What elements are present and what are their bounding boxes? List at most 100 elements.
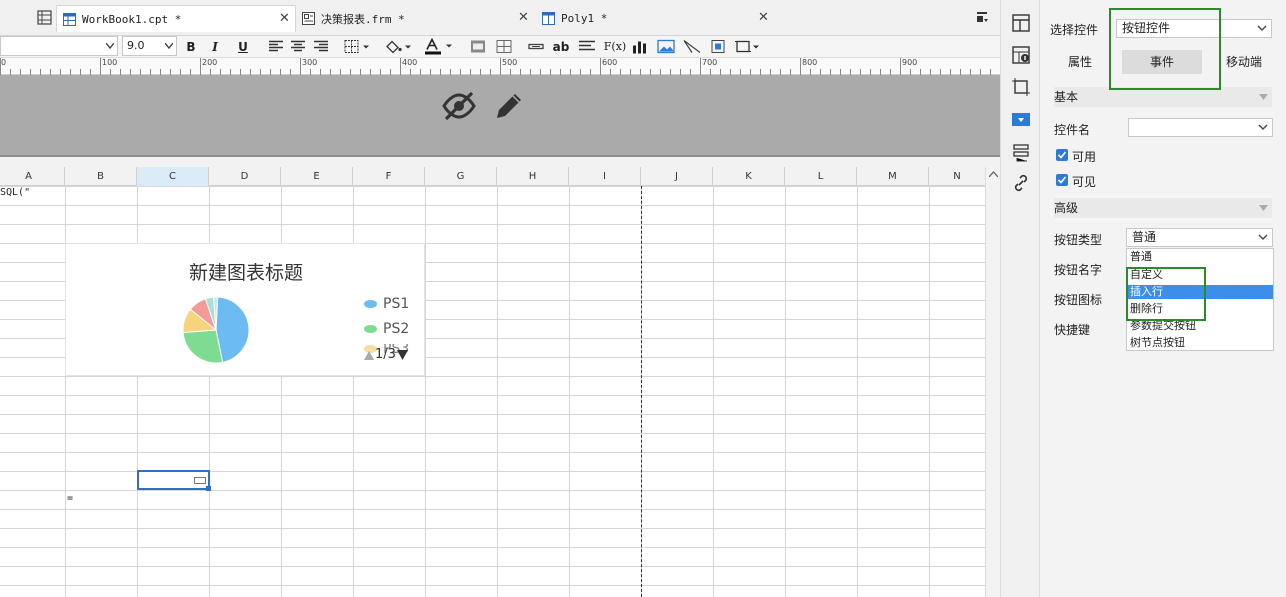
text-button[interactable]: ab (552, 38, 570, 55)
close-tab-icon[interactable]: ✕ (758, 10, 769, 25)
pie-chart[interactable]: 新建图表标题 PS1 PS2 PS3 1/3 (65, 243, 425, 376)
poly-report-icon (542, 12, 555, 25)
button-icon-label: 按钮图标 (1054, 293, 1103, 307)
document-tab-bar: WorkBook1.cpt * ✕ 决策报表.frm * ✕ Poly1 * ✕ (0, 0, 1000, 36)
merge-cells-icon[interactable] (470, 38, 486, 55)
fill-color-icon[interactable] (384, 38, 412, 55)
column-header-a[interactable]: A (0, 167, 65, 186)
pie-slice-ps2[interactable] (182, 329, 224, 364)
visible-checkbox[interactable] (1056, 174, 1068, 186)
cell-a1[interactable]: SQL(" (0, 187, 30, 198)
column-header-e[interactable]: E (281, 167, 353, 186)
legend-next-icon[interactable] (396, 349, 408, 360)
cell-b17[interactable]: = (67, 493, 73, 504)
column-header-h[interactable]: H (497, 167, 569, 186)
scroll-up-icon[interactable] (989, 171, 998, 177)
align-right-icon[interactable] (313, 38, 329, 55)
chevron-down-icon (1258, 124, 1268, 130)
sub-report-icon[interactable] (710, 38, 726, 55)
tab-workbook[interactable]: WorkBook1.cpt * ✕ (56, 5, 296, 32)
column-header-c[interactable]: C (137, 167, 209, 186)
tab-mobile[interactable]: 移动端 (1216, 50, 1272, 74)
fill-handle[interactable] (206, 486, 211, 491)
column-header-d[interactable]: D (209, 167, 281, 186)
basic-section-header[interactable]: 基本 (1054, 87, 1272, 107)
font-color-icon[interactable] (423, 38, 453, 55)
control-name-input[interactable] (1128, 118, 1273, 137)
ruler-ticks (0, 58, 991, 75)
widget-settings-icon[interactable] (1011, 110, 1031, 130)
legend-prev-icon[interactable] (364, 350, 374, 360)
frame-icon[interactable] (734, 38, 760, 55)
tab-properties[interactable]: 属性 (1054, 50, 1106, 74)
column-header-g[interactable]: G (425, 167, 497, 186)
column-header-b[interactable]: B (65, 167, 137, 186)
dock-menu-icon[interactable] (976, 11, 989, 24)
column-header-l[interactable]: L (785, 167, 857, 186)
image-icon[interactable] (657, 38, 675, 55)
button-type-label: 按钮类型 (1054, 233, 1103, 247)
close-tab-icon[interactable]: ✕ (518, 10, 529, 25)
font-size-select[interactable]: 9.0 (122, 36, 177, 56)
vertical-scrollbar[interactable] (985, 167, 1000, 597)
formula-button[interactable]: F(x) (604, 38, 626, 55)
column-header-k[interactable]: K (713, 167, 785, 186)
float-element-icon[interactable] (1011, 77, 1031, 97)
cell-info-icon[interactable] (1011, 45, 1031, 65)
button-type-select[interactable]: 普通 (1126, 228, 1273, 247)
option-param-submit[interactable]: 参数提交按钮 (1127, 319, 1273, 333)
tab-label: 决策报表.frm * (321, 12, 405, 26)
split-cells-icon[interactable] (496, 38, 512, 55)
condition-attribute-icon[interactable] (1011, 142, 1031, 162)
underline-button[interactable]: U (236, 38, 250, 55)
select-control-label: 选择控件 (1050, 23, 1099, 37)
option-normal[interactable]: 普通 (1127, 250, 1273, 264)
selected-cell[interactable] (137, 470, 211, 491)
hyperlink-icon[interactable] (1011, 173, 1031, 193)
collapse-icon (1259, 94, 1268, 100)
align-center-icon[interactable] (290, 38, 306, 55)
column-header-f[interactable]: F (353, 167, 425, 186)
column-header-j[interactable]: J (641, 167, 713, 186)
legend-marker (364, 325, 377, 333)
insert-row-icon[interactable] (528, 38, 544, 55)
italic-button[interactable]: I (208, 38, 222, 55)
slash-line-icon[interactable] (683, 38, 701, 55)
font-size-value: 9.0 (127, 39, 145, 52)
right-icon-strip (1000, 0, 1040, 597)
tab-label: WorkBook1.cpt * (82, 12, 182, 26)
tab-poly[interactable]: Poly1 * ✕ (536, 5, 776, 32)
section-title: 基本 (1054, 90, 1079, 104)
visible-label: 可见 (1072, 175, 1097, 189)
close-tab-icon[interactable]: ✕ (279, 11, 290, 26)
align-left-icon[interactable] (268, 38, 284, 55)
grid-view-icon[interactable] (37, 10, 52, 25)
legend-item-ps1[interactable]: PS1 (364, 296, 409, 312)
hide-eye-icon[interactable] (441, 89, 477, 123)
horizontal-ruler: 0 100 200 300 400 500 600 700 800 900 (0, 58, 1000, 75)
column-header-n[interactable]: N (929, 167, 985, 186)
ruler-label: 400 (402, 58, 418, 67)
ruler-label: 700 (702, 58, 718, 67)
ruler-label: 300 (302, 58, 318, 67)
ruler-label: 600 (602, 58, 618, 67)
edit-pencil-icon[interactable] (493, 89, 525, 123)
button-type-value: 普通 (1132, 230, 1157, 244)
column-header-m[interactable]: M (857, 167, 929, 186)
option-tree-node[interactable]: 树节点按钮 (1127, 336, 1273, 350)
legend-marker (364, 300, 377, 308)
chevron-down-icon (1257, 25, 1267, 31)
report-header-band[interactable] (0, 75, 1000, 157)
tab-decision-report[interactable]: 决策报表.frm * ✕ (296, 5, 536, 32)
legend-item-ps2[interactable]: PS2 (364, 321, 409, 337)
paragraph-icon[interactable] (578, 38, 596, 55)
column-header-i[interactable]: I (569, 167, 641, 186)
border-icon[interactable] (344, 38, 370, 55)
enabled-checkbox[interactable] (1056, 149, 1068, 161)
advanced-section-header[interactable]: 高级 (1054, 198, 1272, 218)
font-family-select[interactable] (0, 36, 118, 56)
bold-button[interactable]: B (184, 38, 198, 55)
bar-chart-icon[interactable] (632, 38, 648, 55)
tab-label: Poly1 * (561, 12, 608, 25)
cell-attribute-icon[interactable] (1011, 13, 1031, 33)
